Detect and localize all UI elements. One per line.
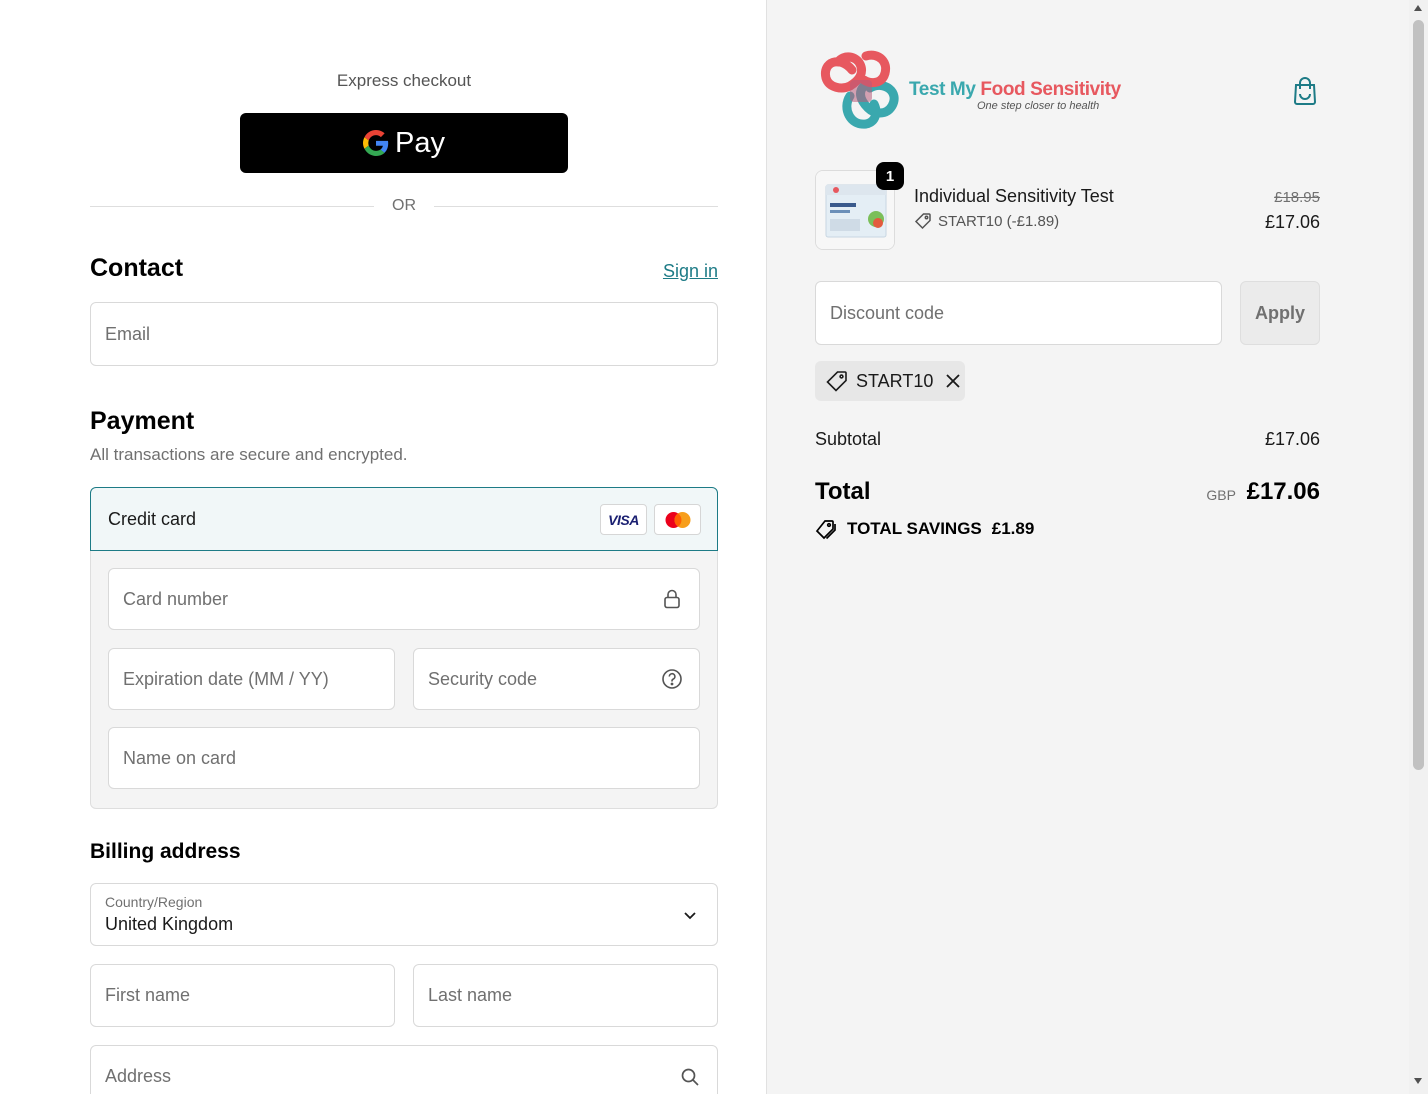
discount-code-input[interactable] [830, 282, 1175, 344]
security-code-field[interactable] [413, 648, 700, 710]
visa-icon: VISA [600, 504, 647, 535]
country-value: United Kingdom [105, 914, 234, 934]
order-summary-column [766, 0, 1409, 1094]
credit-card-option[interactable]: Credit card VISA [90, 487, 718, 551]
total-savings: TOTAL SAVINGS £1.89 [815, 518, 1034, 540]
contact-heading: Contact [90, 254, 184, 282]
payment-heading: Payment [90, 407, 195, 435]
product-price: £17.06 [1264, 212, 1320, 232]
subtotal-value: £17.06 [1264, 429, 1320, 449]
help-icon[interactable] [661, 668, 683, 690]
credit-card-form [90, 551, 718, 809]
address-input[interactable] [105, 1046, 671, 1094]
scroll-down-arrow-icon[interactable] [1414, 1078, 1422, 1084]
remove-discount-icon[interactable] [945, 373, 961, 389]
country-label: Country/Region [105, 894, 203, 910]
applied-code: START10 [856, 370, 934, 391]
country-select[interactable]: Country/Region United Kingdom [90, 883, 718, 946]
or-divider: OR [90, 196, 718, 218]
apply-discount-button[interactable]: Apply [1240, 281, 1320, 345]
google-pay-button[interactable]: Pay [240, 113, 568, 173]
mastercard-icon [654, 504, 701, 535]
shopping-bag-icon[interactable] [1291, 76, 1319, 106]
lock-icon [661, 588, 683, 610]
express-checkout-label: Express checkout [336, 71, 472, 90]
google-g-icon [363, 130, 389, 156]
currency-code: GBP [1206, 487, 1236, 503]
last-name-input[interactable] [428, 965, 671, 1026]
tags-icon [815, 520, 836, 540]
total-label: Total [815, 478, 871, 505]
name-on-card-input[interactable] [123, 728, 653, 788]
scrollbar-thumb[interactable] [1413, 20, 1424, 770]
last-name-field[interactable] [413, 964, 718, 1027]
total-value: £17.06 [1246, 478, 1320, 505]
savings-value: £1.89 [991, 519, 1035, 538]
expiry-field[interactable] [108, 648, 395, 710]
email-field[interactable] [90, 302, 718, 366]
checkout-form-column: Express checkout Pay OR Contact Sign in … [0, 0, 766, 1094]
tag-icon [914, 213, 931, 230]
applied-discount-chip: START10 [815, 361, 965, 401]
expiry-input[interactable] [123, 649, 348, 709]
quantity-badge: 1 [876, 162, 904, 190]
tag-icon [826, 371, 847, 392]
product-name: Individual Sensitivity Test [914, 186, 1114, 206]
or-text: OR [392, 197, 416, 214]
gpay-label: Pay [395, 126, 445, 159]
search-icon [679, 1066, 701, 1088]
original-price: £18.95 [1274, 189, 1320, 206]
card-number-field[interactable] [108, 568, 700, 630]
credit-card-label: Credit card [108, 509, 197, 529]
brand-name: Test My Food Sensitivity [909, 79, 1121, 100]
sign-in-link[interactable]: Sign in [620, 261, 718, 282]
scroll-up-arrow-icon[interactable] [1414, 5, 1422, 11]
brand-tagline: One step closer to health [977, 100, 1100, 112]
first-name-input[interactable] [105, 965, 348, 1026]
payment-subtitle: All transactions are secure and encrypte… [90, 445, 408, 464]
chevron-down-icon [679, 904, 701, 926]
product-discount: START10 (-£1.89) [914, 212, 1059, 230]
first-name-field[interactable] [90, 964, 395, 1027]
security-code-input[interactable] [428, 649, 653, 709]
name-on-card-field[interactable] [108, 727, 700, 789]
address-field[interactable] [90, 1045, 718, 1094]
savings-label: TOTAL SAVINGS [847, 519, 982, 538]
discount-code-field[interactable] [815, 281, 1222, 345]
billing-heading: Billing address [90, 840, 241, 863]
card-number-input[interactable] [123, 569, 653, 629]
page-scrollbar[interactable] [1409, 0, 1428, 1094]
email-input[interactable] [105, 303, 671, 365]
subtotal-label: Subtotal [815, 429, 882, 449]
